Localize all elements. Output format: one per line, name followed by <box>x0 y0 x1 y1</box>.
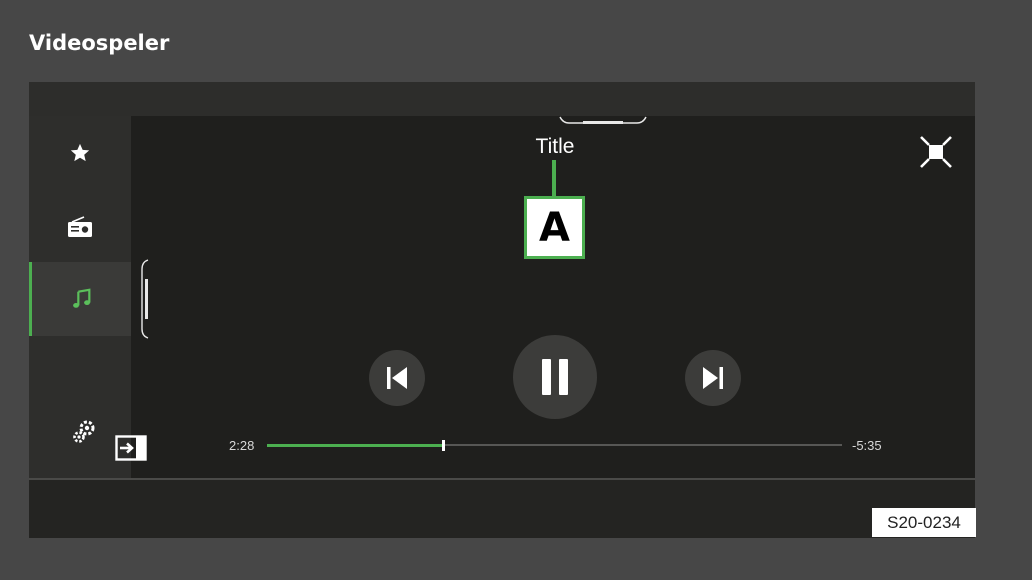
infotainment-screen: Title A <box>29 82 975 538</box>
sidebar <box>29 116 131 478</box>
exit-fullscreen-button[interactable] <box>919 135 953 169</box>
source-select-button[interactable] <box>115 435 147 461</box>
sidebar-item-favorites[interactable] <box>29 116 131 190</box>
drag-handle-top[interactable] <box>559 116 647 125</box>
exit-fullscreen-icon <box>920 136 952 168</box>
bottom-bar <box>29 478 975 538</box>
callout-marker: A <box>524 196 585 259</box>
pause-button[interactable] <box>513 335 597 419</box>
progress-fill <box>267 444 443 447</box>
gear-icon <box>71 419 97 450</box>
sidebar-item-radio[interactable] <box>29 190 131 264</box>
radio-icon <box>67 216 93 238</box>
music-note-icon <box>71 288 93 310</box>
star-icon <box>69 142 91 164</box>
figure-reference: S20-0234 <box>872 508 976 537</box>
time-remaining: -5:35 <box>852 438 882 453</box>
page-title: Videospeler <box>29 31 170 55</box>
pause-icon <box>542 359 568 395</box>
progress-knob[interactable] <box>441 440 445 451</box>
drag-handle-left[interactable] <box>141 259 153 339</box>
next-track-button[interactable] <box>685 350 741 406</box>
progress-bar[interactable] <box>267 440 842 451</box>
sidebar-item-media[interactable] <box>29 262 131 336</box>
track-title: Title <box>535 135 575 158</box>
settings-button[interactable] <box>69 419 99 449</box>
skip-previous-icon <box>387 367 407 389</box>
skip-next-icon <box>703 367 723 389</box>
source-select-icon <box>115 435 147 461</box>
video-player: Title A <box>131 116 975 478</box>
status-bar <box>29 82 975 116</box>
callout-line <box>552 160 556 197</box>
previous-track-button[interactable] <box>369 350 425 406</box>
time-elapsed: 2:28 <box>229 438 255 453</box>
